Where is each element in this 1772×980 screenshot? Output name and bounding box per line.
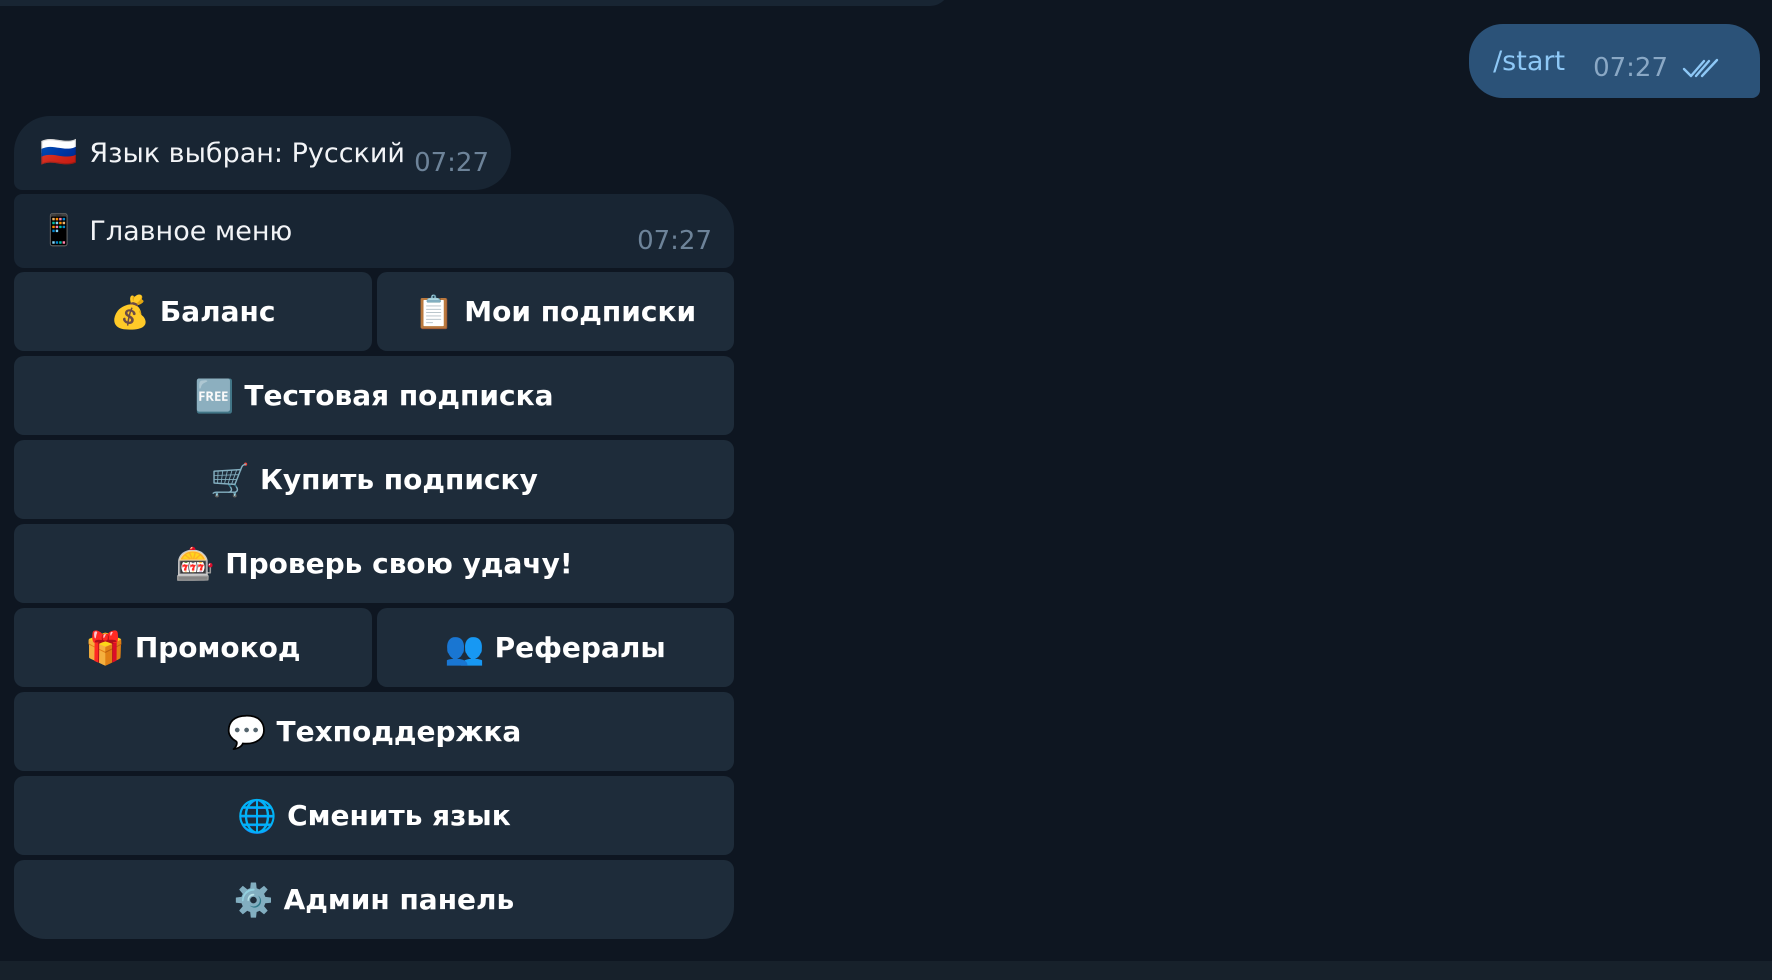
promo-code-button-label: Промокод [134, 631, 301, 664]
keyboard-row: 🎁 Промокод 👥 Рефералы [14, 608, 734, 687]
language-selected-text: Язык выбран: Русский [89, 137, 405, 169]
language-selected-message[interactable]: 🇷🇺 Язык выбран: Русский 07:27 [14, 116, 511, 190]
clipboard-icon: 📋 [414, 292, 455, 331]
referrals-button[interactable]: 👥 Рефералы [376, 608, 734, 687]
double-check-icon [1682, 58, 1719, 78]
keyboard-row: 🆓 Тестовая подписка [14, 356, 734, 435]
keyboard-row: ⚙️ Админ панель [14, 860, 734, 939]
chat-area: /start 07:27 🇷🇺 Язык выбран: Русский 07:… [0, 0, 1772, 980]
keyboard-row: 🛒 Купить подписку [14, 440, 734, 519]
main-menu-text: Главное меню [89, 215, 293, 247]
russia-flag-icon: 🇷🇺 [40, 135, 78, 170]
outgoing-message-time: 07:27 [1593, 53, 1668, 83]
gear-icon: ⚙️ [233, 880, 274, 919]
globe-icon: 🌐 [237, 796, 278, 835]
composer-bar-edge [0, 961, 1772, 980]
gift-icon: 🎁 [84, 628, 125, 667]
balance-button-label: Баланс [159, 295, 276, 328]
slot-machine-icon: 🎰 [175, 544, 216, 583]
keyboard-row: 💰 Баланс 📋 Мои подписки [14, 272, 734, 351]
check-luck-button-label: Проверь свою удачу! [225, 547, 573, 580]
keyboard-row: 🌐 Сменить язык [14, 776, 734, 855]
change-language-button-label: Сменить язык [287, 799, 511, 832]
speech-bubble-icon: 💬 [226, 712, 267, 751]
buy-subscription-button[interactable]: 🛒 Купить подписку [14, 440, 734, 519]
test-subscription-button[interactable]: 🆓 Тестовая подписка [14, 356, 734, 435]
outgoing-message[interactable]: /start 07:27 [1469, 24, 1760, 98]
keyboard-row: 💬 Техподдержка [14, 692, 734, 771]
change-language-button[interactable]: 🌐 Сменить язык [14, 776, 734, 855]
test-subscription-button-label: Тестовая подписка [244, 379, 554, 412]
support-button-label: Техподдержка [276, 715, 522, 748]
balance-button[interactable]: 💰 Баланс [14, 272, 372, 351]
admin-panel-button-label: Админ панель [283, 883, 515, 916]
free-icon: 🆓 [194, 376, 235, 415]
language-selected-time: 07:27 [414, 148, 489, 178]
outgoing-message-text: /start [1493, 45, 1566, 77]
people-icon: 👥 [444, 628, 485, 667]
check-luck-button[interactable]: 🎰 Проверь свою удачу! [14, 524, 734, 603]
keyboard-row: 🎰 Проверь свою удачу! [14, 524, 734, 603]
money-bag-icon: 💰 [110, 292, 150, 331]
support-button[interactable]: 💬 Техподдержка [14, 692, 734, 771]
promo-code-button[interactable]: 🎁 Промокод [14, 608, 372, 687]
shopping-cart-icon: 🛒 [210, 460, 251, 499]
admin-panel-button[interactable]: ⚙️ Админ панель [14, 860, 734, 939]
main-menu-message[interactable]: 📱 Главное меню 07:27 [14, 194, 734, 268]
mobile-phone-icon: 📱 [40, 213, 78, 248]
buy-subscription-button-label: Купить подписку [260, 463, 538, 496]
my-subscriptions-button-label: Мои подписки [464, 295, 697, 328]
my-subscriptions-button[interactable]: 📋 Мои подписки [376, 272, 734, 351]
outgoing-message-meta: 07:27 [1593, 53, 1720, 83]
referrals-button-label: Рефералы [494, 631, 666, 664]
previous-message-edge [0, 0, 950, 6]
main-menu-time: 07:27 [637, 226, 712, 256]
inline-keyboard: 💰 Баланс 📋 Мои подписки 🆓 Тестовая подпи… [14, 272, 734, 944]
